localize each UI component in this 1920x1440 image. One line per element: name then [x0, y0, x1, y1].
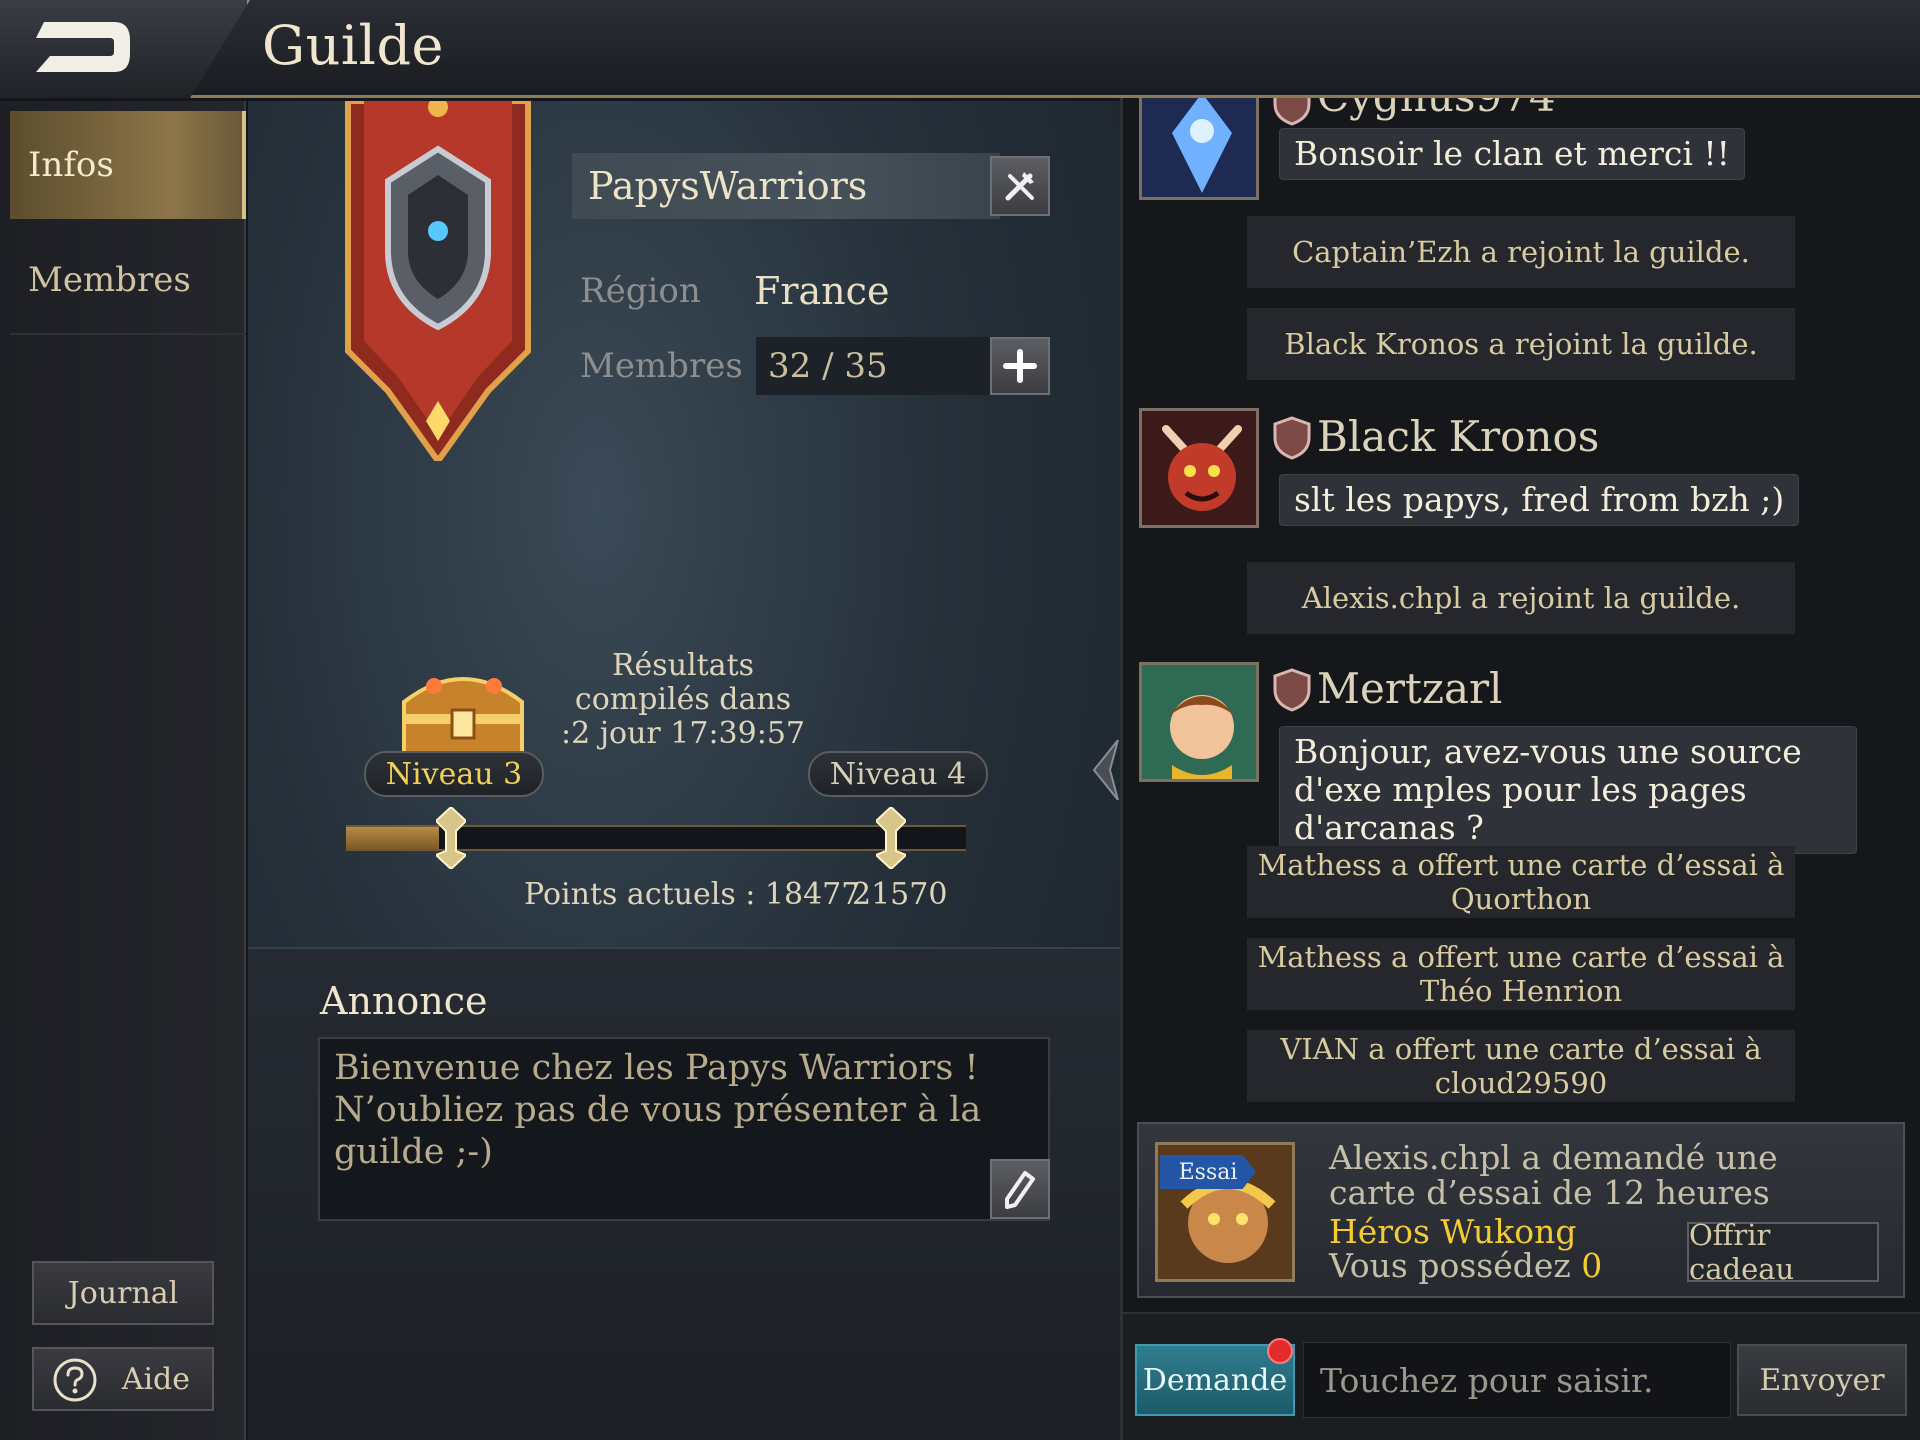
avatar[interactable]	[1139, 662, 1259, 782]
request-text: Alexis.chpl a demandé une carte d’essai …	[1329, 1138, 1778, 1212]
notification-dot	[1267, 1338, 1293, 1364]
region-value: France	[754, 269, 890, 313]
treasure-chest-icon	[402, 677, 524, 758]
guild-rank-shield-icon	[1273, 98, 1311, 126]
avatar-image	[1142, 411, 1256, 525]
system-message: Alexis.chpl a rejoint la guilde.	[1247, 562, 1795, 634]
level-marker-start-icon	[436, 807, 466, 869]
chat-message: Bonsoir le clan et merci !!	[1279, 128, 1745, 180]
target-points: 21570	[852, 877, 948, 912]
system-message: Mathess a offert une carte d’essai à Quo…	[1247, 846, 1795, 918]
guild-info-panel: PapysWarriors Région France Membres : 32…	[248, 101, 1120, 1440]
chat-username: Black Kronos	[1317, 412, 1600, 461]
guild-name: PapysWarriors	[572, 153, 1000, 219]
members-count: 32 / 35	[756, 337, 992, 395]
system-message: VIAN a offert une carte d’essai à cloud2…	[1247, 1030, 1795, 1102]
sidebar: Infos Membres Journal Aide	[0, 101, 246, 1440]
guild-chat-panel[interactable]: Cygnus974 Bonsoir le clan et merci !! Ca…	[1120, 98, 1920, 1440]
owned-label: Vous possédez	[1329, 1246, 1571, 1285]
back-arrow-icon	[36, 22, 130, 72]
owned-count: Vous possédez 0	[1329, 1246, 1602, 1285]
tools-icon	[1005, 172, 1034, 201]
announcement-title: Annonce	[320, 979, 488, 1023]
send-button[interactable]: Envoyer	[1737, 1344, 1907, 1416]
edit-announcement-button[interactable]	[990, 1159, 1050, 1219]
avatar-image	[1142, 665, 1256, 779]
region-label: Région	[580, 271, 701, 311]
trial-tag: Essai	[1160, 1155, 1256, 1189]
announcement-section: Annonce Bienvenue chez les Papys Warrior…	[248, 947, 1120, 1440]
system-message: Black Kronos a rejoint la guilde.	[1247, 308, 1795, 380]
aide-button[interactable]: Aide	[32, 1347, 214, 1411]
tab-infos[interactable]: Infos	[10, 111, 246, 219]
edit-guild-button[interactable]	[990, 156, 1050, 216]
avatar-image	[1142, 98, 1256, 197]
members-label: Membres :	[580, 346, 766, 386]
level-progress-fill	[346, 827, 439, 849]
tab-membres[interactable]: Membres	[10, 227, 246, 335]
panel-divider-arrow-icon	[1092, 740, 1119, 800]
help-icon	[53, 1358, 97, 1402]
avatar[interactable]	[1139, 408, 1259, 528]
level-marker-end-icon	[876, 807, 906, 869]
journal-button[interactable]: Journal	[32, 1261, 214, 1325]
results-countdown: Résultats compilés dans :2 jour 17:39:57	[560, 648, 806, 751]
aide-label: Aide	[121, 1361, 190, 1397]
owned-value: 0	[1581, 1246, 1603, 1285]
chat-username: Mertzarl	[1317, 664, 1503, 713]
current-level: Niveau 3	[364, 751, 544, 797]
add-member-button[interactable]	[990, 337, 1050, 395]
chat-message-input[interactable]	[1303, 1342, 1731, 1418]
chat-username: Cygnus974	[1317, 98, 1556, 121]
avatar[interactable]	[1139, 98, 1259, 200]
guild-rank-shield-icon	[1273, 416, 1311, 460]
chat-message: slt les papys, fred from bzh ;)	[1279, 474, 1800, 526]
chat-input-bar: Demande Envoyer	[1123, 1312, 1920, 1440]
announcement-text: Bienvenue chez les Papys Warriors ! N’ou…	[318, 1037, 1050, 1221]
plus-icon	[1003, 349, 1037, 383]
pencil-icon	[1005, 1171, 1035, 1209]
current-points: Points actuels : 18477	[524, 877, 861, 912]
offer-gift-button[interactable]: Offrir cadeau	[1687, 1218, 1879, 1286]
system-message: Mathess a offert une carte d’essai à Thé…	[1247, 938, 1795, 1010]
guild-rank-shield-icon	[1273, 668, 1311, 712]
guild-emblem-banner	[345, 101, 531, 461]
back-button[interactable]	[0, 0, 250, 98]
system-message: Captain’Ezh a rejoint la guilde.	[1247, 216, 1795, 288]
hero-portrait: Essai	[1155, 1142, 1295, 1282]
page-title: Guilde	[262, 14, 444, 77]
top-bar: Guilde	[0, 0, 1920, 98]
next-level: Niveau 4	[808, 751, 988, 797]
chat-message: Bonjour, avez-vous une source d'exe mple…	[1279, 726, 1857, 854]
trial-card-request: Essai Alexis.chpl a demandé une carte d’…	[1137, 1122, 1905, 1298]
